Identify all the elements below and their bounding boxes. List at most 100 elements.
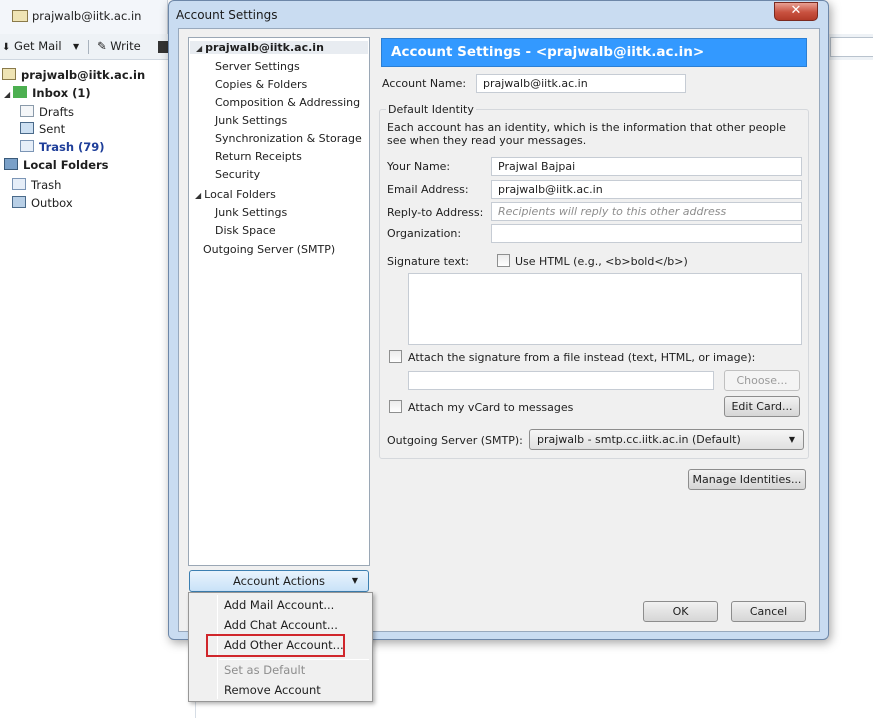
folder-drafts[interactable]: Drafts [20, 105, 74, 119]
default-identity-legend: Default Identity [386, 103, 476, 116]
reply-to-label: Reply-to Address: [387, 206, 484, 219]
account-actions-label: Account Actions [232, 574, 326, 588]
drafts-icon [20, 105, 34, 117]
sent-icon [20, 122, 34, 134]
tree-item-outgoing-server[interactable]: Outgoing Server (SMTP) [203, 243, 335, 256]
outbox-icon [12, 196, 26, 208]
tree-item-junk-settings[interactable]: Junk Settings [215, 114, 287, 127]
inbox-icon [13, 86, 28, 98]
write-button[interactable]: ✎ Write [97, 39, 141, 53]
tree-item-return-receipts[interactable]: Return Receipts [215, 150, 302, 163]
folder-outbox[interactable]: Outbox [12, 196, 73, 210]
folder-account[interactable]: prajwalb@iitk.ac.in [2, 68, 145, 82]
account-name-field[interactable]: prajwalb@iitk.ac.in [476, 74, 686, 93]
attach-signature-label: Attach the signature from a file instead… [408, 351, 756, 364]
tree-item-security[interactable]: Security [215, 168, 260, 181]
folder-trash-label: Trash (79) [39, 140, 105, 154]
reply-to-field[interactable]: Recipients will reply to this other addr… [491, 202, 802, 221]
smtp-select-value: prajwalb - smtp.cc.iitk.ac.in (Default) [537, 433, 741, 446]
collapse-arrow-icon[interactable]: ◢ [4, 90, 10, 99]
manage-identities-button[interactable]: Manage Identities... [688, 469, 806, 490]
tree-item-local-folders[interactable]: ◢ Local Folders [195, 188, 276, 201]
signature-label: Signature text: [387, 255, 469, 268]
mail-tab-label: prajwalb@iitk.ac.in [32, 9, 142, 23]
collapse-arrow-icon[interactable]: ◢ [196, 44, 202, 53]
folder-inbox-label: Inbox (1) [32, 86, 91, 100]
tree-item-composition[interactable]: Composition & Addressing [215, 96, 360, 109]
menu-item-add-mail[interactable]: Add Mail Account... [224, 598, 334, 612]
account-name-label: Account Name: [382, 77, 467, 90]
choose-button[interactable]: Choose... [724, 370, 800, 391]
signature-textarea[interactable] [408, 273, 802, 345]
trash-icon [12, 178, 26, 190]
collapse-arrow-icon[interactable]: ◢ [195, 191, 201, 200]
folder-inbox[interactable]: ◢ Inbox (1) [4, 86, 91, 100]
account-actions-button[interactable]: Account Actions ▼ [189, 570, 369, 592]
dialog-title: Account Settings [176, 8, 278, 22]
your-name-label: Your Name: [387, 160, 451, 173]
cancel-button[interactable]: Cancel [731, 601, 806, 622]
folder-trash[interactable]: Trash (79) [20, 140, 105, 154]
signature-file-field[interactable] [408, 371, 714, 390]
menu-item-remove-account[interactable]: Remove Account [224, 683, 321, 697]
tree-item-disk-space[interactable]: Disk Space [215, 224, 276, 237]
attach-vcard-label: Attach my vCard to messages [408, 401, 574, 414]
get-mail-dropdown-icon[interactable]: ▼ [73, 42, 79, 51]
tree-item-label: Local Folders [204, 188, 276, 201]
chat-icon[interactable] [158, 41, 168, 53]
edit-card-button[interactable]: Edit Card... [724, 396, 800, 417]
pencil-icon: ✎ [97, 39, 107, 53]
search-input[interactable] [830, 37, 873, 57]
folder-sent-label: Sent [39, 122, 66, 136]
mail-account-icon [12, 10, 28, 22]
attach-signature-checkbox[interactable] [389, 350, 402, 363]
folder-local-folders-label: Local Folders [23, 158, 109, 172]
attach-vcard-checkbox[interactable] [389, 400, 402, 413]
mail-tab[interactable]: prajwalb@iitk.ac.in [0, 0, 168, 34]
folder-local-trash[interactable]: Trash [12, 178, 61, 192]
tree-item-account[interactable]: ◢ prajwalb@iitk.ac.in [190, 41, 368, 54]
folder-pane: prajwalb@iitk.ac.in ◢ Inbox (1) Drafts Se… [0, 61, 196, 718]
folder-local-trash-label: Trash [31, 178, 62, 192]
smtp-select[interactable]: prajwalb - smtp.cc.iitk.ac.in (Default) … [529, 429, 804, 450]
computer-icon [4, 158, 18, 170]
use-html-checkbox[interactable] [497, 254, 510, 267]
identity-description: Each account has an identity, which is t… [387, 121, 786, 147]
tree-item-server-settings[interactable]: Server Settings [215, 60, 300, 73]
folder-drafts-label: Drafts [39, 105, 74, 119]
close-icon: ✕ [790, 3, 802, 18]
toolbar-divider [88, 40, 89, 54]
email-field[interactable]: prajwalb@iitk.ac.in [491, 180, 802, 199]
menu-item-add-chat[interactable]: Add Chat Account... [224, 618, 338, 632]
folder-sent[interactable]: Sent [20, 122, 65, 136]
smtp-label: Outgoing Server (SMTP): [387, 434, 523, 447]
trash-icon [20, 140, 34, 152]
write-label: Write [110, 39, 141, 53]
your-name-field[interactable]: Prajwal Bajpai [491, 157, 802, 176]
ok-button[interactable]: OK [643, 601, 718, 622]
mail-account-icon [2, 68, 16, 80]
get-mail-label: Get Mail [14, 39, 62, 53]
page-title: Account Settings - <prajwalb@iitk.ac.in> [381, 38, 807, 67]
account-settings-dialog: Account Settings ✕ ◢ prajwalb@iitk.ac.in … [168, 0, 829, 640]
folder-local-folders[interactable]: Local Folders [4, 158, 109, 172]
tree-item-local-junk-settings[interactable]: Junk Settings [215, 206, 287, 219]
account-tree[interactable]: ◢ prajwalb@iitk.ac.in Server Settings Cop… [188, 37, 370, 566]
tree-item-label: prajwalb@iitk.ac.in [205, 41, 324, 54]
dialog-content: ◢ prajwalb@iitk.ac.in Server Settings Cop… [178, 28, 820, 632]
menu-item-set-default[interactable]: Set as Default [224, 663, 305, 677]
organization-field[interactable] [491, 224, 802, 243]
chevron-down-icon: ▼ [788, 435, 795, 444]
use-html-label: Use HTML (e.g., <b>bold</b>) [515, 255, 688, 268]
tree-item-copies-folders[interactable]: Copies & Folders [215, 78, 307, 91]
folder-account-label: prajwalb@iitk.ac.in [21, 68, 146, 82]
organization-label: Organization: [387, 227, 462, 240]
close-button[interactable]: ✕ [774, 2, 818, 21]
tree-item-sync-storage[interactable]: Synchronization & Storage [215, 132, 362, 145]
email-label: Email Address: [387, 183, 469, 196]
menu-separator [219, 659, 369, 660]
dropdown-arrow-icon: ▼ [351, 576, 358, 585]
folder-outbox-label: Outbox [31, 196, 73, 210]
highlight-annotation [206, 634, 345, 657]
get-mail-button[interactable]: ⬇ Get Mail [2, 39, 62, 53]
